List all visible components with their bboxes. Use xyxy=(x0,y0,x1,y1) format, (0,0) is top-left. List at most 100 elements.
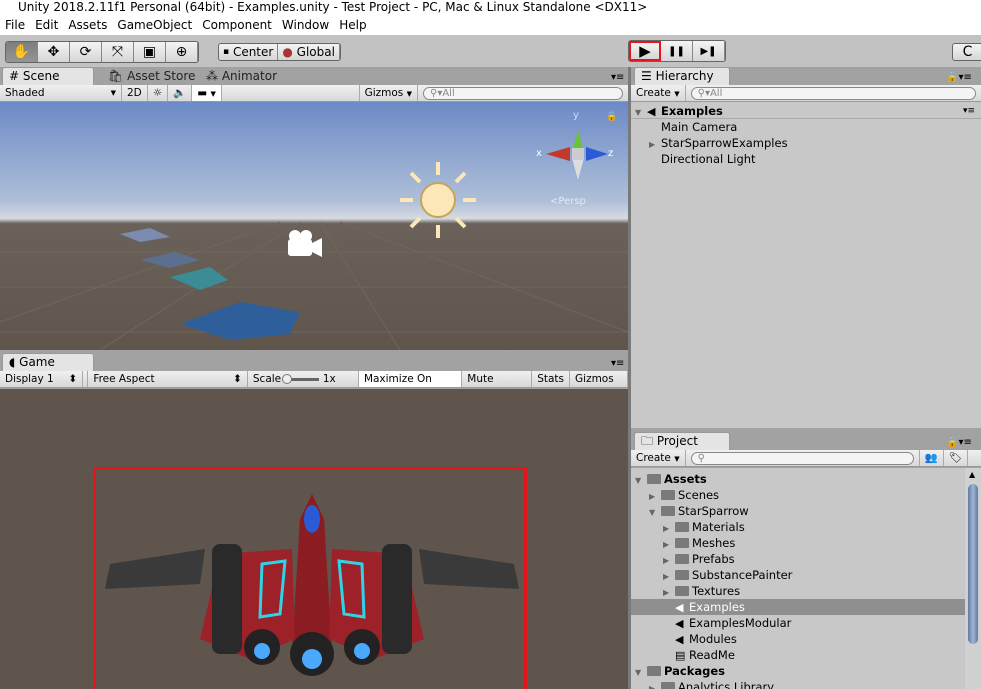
panel-menu-icon[interactable]: ▾≡ xyxy=(611,358,624,369)
project-item[interactable]: ◀ ExamplesModular xyxy=(631,615,965,631)
project-item[interactable]: ▼ Assets xyxy=(631,471,965,487)
tab-label: Game xyxy=(19,355,55,369)
tab-game[interactable]: ◖ Game xyxy=(2,353,94,371)
scrollbar-thumb[interactable] xyxy=(968,484,978,644)
hierarchy-search-input[interactable]: ⚲▾All xyxy=(690,87,976,100)
panel-menu-icon[interactable]: ▾≡ xyxy=(611,72,624,83)
window-title: Unity 2018.2.11f1 Personal (64bit) - Exa… xyxy=(0,0,981,16)
scale-tool-button[interactable]: ⤧ xyxy=(102,42,134,62)
scene-menu-icon[interactable]: ▾≡ xyxy=(963,103,975,119)
effects-dropdown-icon[interactable]: ▬ ▼ xyxy=(192,85,222,101)
project-item[interactable]: ▤ ReadMe xyxy=(631,647,965,663)
project-item[interactable]: ▶ Textures xyxy=(631,583,965,599)
space-label: Global xyxy=(296,45,335,59)
play-button[interactable]: ▶ xyxy=(629,41,661,61)
project-item[interactable]: ▶ Analytics Library xyxy=(631,679,965,689)
2d-toggle[interactable]: 2D xyxy=(122,85,148,101)
lighting-toggle-icon[interactable]: ☼ xyxy=(148,85,169,101)
menu-help[interactable]: Help xyxy=(334,16,371,35)
game-view[interactable] xyxy=(0,389,628,689)
scroll-up-icon[interactable]: ▲ xyxy=(969,470,975,479)
lock-menu-icon[interactable]: 🔒▾≡ xyxy=(946,72,972,83)
scene-root[interactable]: ▼ ◀ Examples ▾≡ xyxy=(631,103,981,119)
lock-icon[interactable]: 🔒 xyxy=(606,112,617,122)
hand-tool-button[interactable]: ✋ xyxy=(6,42,38,62)
project-item[interactable]: ▼ Packages xyxy=(631,663,965,679)
project-item[interactable]: ▶ Meshes xyxy=(631,535,965,551)
transform-tool-button[interactable]: ⊕ xyxy=(166,42,198,62)
menu-component[interactable]: Component xyxy=(197,16,277,35)
tab-animator[interactable]: ⁂ Animator xyxy=(200,68,283,86)
spaceship-render xyxy=(105,494,519,676)
item-label: Prefabs xyxy=(692,552,735,566)
item-label: Materials xyxy=(692,520,745,534)
tab-scene[interactable]: # Scene xyxy=(2,67,94,85)
scene-view[interactable]: y x z <Persp 🔒 xyxy=(0,102,628,350)
maximize-on-play-toggle[interactable]: Maximize On Play xyxy=(358,371,463,401)
tab-project[interactable]: 🗀 Project xyxy=(634,432,730,450)
folder-icon xyxy=(675,586,689,596)
project-item[interactable]: ▶ Materials xyxy=(631,519,965,535)
project-item[interactable]: ▶ Scenes xyxy=(631,487,965,503)
menu-window[interactable]: Window xyxy=(277,16,334,35)
aspect-dropdown[interactable]: Free Aspect ⬍ xyxy=(87,371,248,387)
globe-icon: ● xyxy=(282,45,293,59)
collab-button[interactable]: C xyxy=(952,43,981,61)
project-toolbar: Create ▼ ⚲ 👥 🏷 xyxy=(631,450,981,467)
menu-edit[interactable]: Edit xyxy=(30,16,63,35)
project-item[interactable]: ◀ Modules xyxy=(631,631,965,647)
menu-gameobject[interactable]: GameObject xyxy=(112,16,197,35)
project-scrollbar[interactable]: ▲ xyxy=(965,468,981,689)
project-item[interactable]: ▼ StarSparrow xyxy=(631,503,965,519)
expand-arrow-icon[interactable]: ▶ xyxy=(649,681,661,689)
tab-asset-store[interactable]: 🛍 Asset Store xyxy=(102,68,201,86)
scene-toolbar: Shaded ▼ 2D ☼ 🔈 ▬ ▼ Gizmos ▼ ⚲▾All xyxy=(0,85,628,102)
display-dropdown[interactable]: Display 1 ⬍ xyxy=(0,371,84,387)
menu-file[interactable]: File xyxy=(0,16,30,35)
hierarchy-item[interactable]: Main Camera xyxy=(631,119,981,135)
hierarchy-create-button[interactable]: Create ▼ xyxy=(631,85,686,101)
filter-by-type-icon[interactable]: 👥 xyxy=(920,450,944,466)
shading-value: Shaded xyxy=(5,87,45,99)
tab-label: Scene xyxy=(22,69,60,83)
scene-search-input[interactable]: ⚲▾All xyxy=(423,87,623,100)
gizmos-label: Gizmos xyxy=(575,373,614,385)
persp-label[interactable]: <Persp xyxy=(550,196,586,207)
rect-tool-button[interactable]: ▣ xyxy=(134,42,166,62)
pivot-center-button[interactable]: ▪ Center xyxy=(219,44,279,60)
folder-icon xyxy=(661,490,675,500)
project-item[interactable]: ◀ Examples xyxy=(631,599,965,615)
step-button[interactable]: ▶❚ xyxy=(693,41,725,61)
lock-menu-icon[interactable]: 🔒▾≡ xyxy=(946,437,972,448)
project-item[interactable]: ▶ SubstancePainter xyxy=(631,567,965,583)
list-icon: ☰ xyxy=(641,69,652,83)
search-placeholder: All xyxy=(709,88,723,99)
filter-by-label-icon[interactable]: 🏷 xyxy=(944,450,969,466)
persp-text: Persp xyxy=(558,196,586,207)
hierarchy-item[interactable]: ▶ StarSparrowExamples xyxy=(631,135,981,151)
project-search-input[interactable]: ⚲ xyxy=(690,452,914,465)
tab-hierarchy[interactable]: ☰ Hierarchy xyxy=(634,67,730,85)
pivot-toggles: ▪ Center ● Global xyxy=(218,43,341,61)
game-gizmos-dropdown[interactable]: Gizmos ▼ xyxy=(570,371,628,400)
project-item[interactable]: ▶ Prefabs xyxy=(631,551,965,567)
scale-slider[interactable]: Scale 1x xyxy=(248,371,359,387)
pause-button[interactable]: ❚❚ xyxy=(661,41,693,61)
move-tool-button[interactable]: ✥ xyxy=(38,42,70,62)
mute-audio-toggle[interactable]: Mute Audio xyxy=(462,371,533,401)
gizmos-dropdown[interactable]: Gizmos ▼ xyxy=(358,85,418,101)
stats-toggle[interactable]: Stats xyxy=(532,371,571,387)
item-label: ExamplesModular xyxy=(689,616,792,630)
audio-toggle-icon[interactable]: 🔈 xyxy=(168,85,193,101)
item-label: Textures xyxy=(692,584,741,598)
axis-x-label: x xyxy=(536,148,542,159)
menu-assets[interactable]: Assets xyxy=(63,16,112,35)
game-toolbar: Display 1 ⬍ Free Aspect ⬍ Scale 1x Maximiz… xyxy=(0,371,628,401)
project-create-button[interactable]: Create ▼ xyxy=(631,450,686,466)
pivot-global-button[interactable]: ● Global xyxy=(278,44,340,60)
hierarchy-item[interactable]: Directional Light xyxy=(631,151,981,167)
shading-dropdown[interactable]: Shaded ▼ xyxy=(0,85,122,101)
rotate-tool-button[interactable]: ⟳ xyxy=(70,42,102,62)
tab-label: Hierarchy xyxy=(655,69,714,83)
